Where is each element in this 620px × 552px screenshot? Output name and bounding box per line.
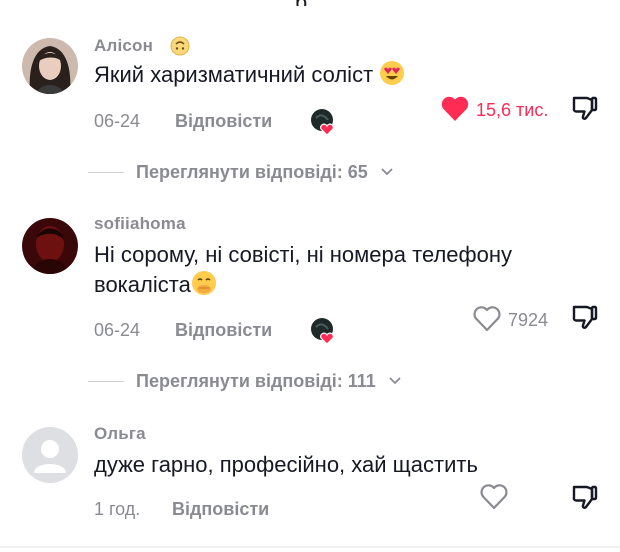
view-replies-label: Переглянути відповіді: 111: [136, 371, 376, 391]
heart-icon: [472, 304, 502, 337]
dislike-icon: [572, 305, 598, 329]
comment-text: дуже гарно, професійно, хай щастить: [94, 452, 478, 477]
view-replies-label: Переглянути відповіді: 65: [136, 162, 368, 182]
username[interactable]: Алісон: [94, 36, 153, 56]
comment-text: Ні сорому, ні совісті, ні номера телефон…: [94, 240, 574, 304]
comment-text: Який харизматичний соліст: [94, 60, 574, 94]
upside-down-face-emoji: [170, 36, 190, 61]
like-button[interactable]: [479, 482, 509, 515]
heart-icon: [479, 482, 509, 515]
like-button[interactable]: 15,6 тис.: [440, 94, 548, 127]
reply-button[interactable]: Відповісти: [175, 320, 272, 341]
reply-button[interactable]: Відповісти: [175, 111, 272, 132]
like-count: 15,6 тис.: [476, 100, 549, 120]
avatar[interactable]: [22, 38, 78, 94]
divider-line: [88, 172, 124, 173]
username[interactable]: sofiiahoma: [94, 214, 186, 234]
comment-date: 06-24: [94, 320, 141, 340]
chevron-down-icon: [388, 373, 402, 391]
comment-date: 06-24: [94, 111, 141, 131]
smiling-face-hand-over-mouth-emoji: [191, 270, 217, 304]
heart-icon: [440, 94, 470, 127]
dislike-button[interactable]: [570, 93, 600, 123]
avatar[interactable]: [22, 218, 78, 274]
creator-liked-icon: [310, 317, 336, 345]
divider-line: [88, 381, 124, 382]
smiling-face-heart-eyes-emoji: [379, 60, 405, 94]
reply-button[interactable]: Відповісти: [172, 499, 269, 520]
dislike-button[interactable]: [570, 482, 600, 512]
dislike-button[interactable]: [570, 302, 600, 332]
comment-date: 1 год.: [94, 499, 141, 519]
dislike-icon: [572, 96, 598, 120]
username[interactable]: Ольга: [94, 424, 146, 444]
chevron-down-icon: [380, 164, 394, 182]
like-button[interactable]: 7924: [472, 304, 548, 337]
like-count: 7924: [508, 310, 549, 330]
previous-content-fragment: р: [295, 0, 325, 6]
creator-liked-icon: [310, 108, 336, 136]
bottom-divider: [0, 546, 620, 548]
view-replies-button[interactable]: Переглянути відповіді: 65: [88, 162, 394, 183]
view-replies-button[interactable]: Переглянути відповіді: 111: [88, 371, 402, 392]
avatar[interactable]: [22, 427, 78, 483]
dislike-icon: [572, 485, 598, 509]
